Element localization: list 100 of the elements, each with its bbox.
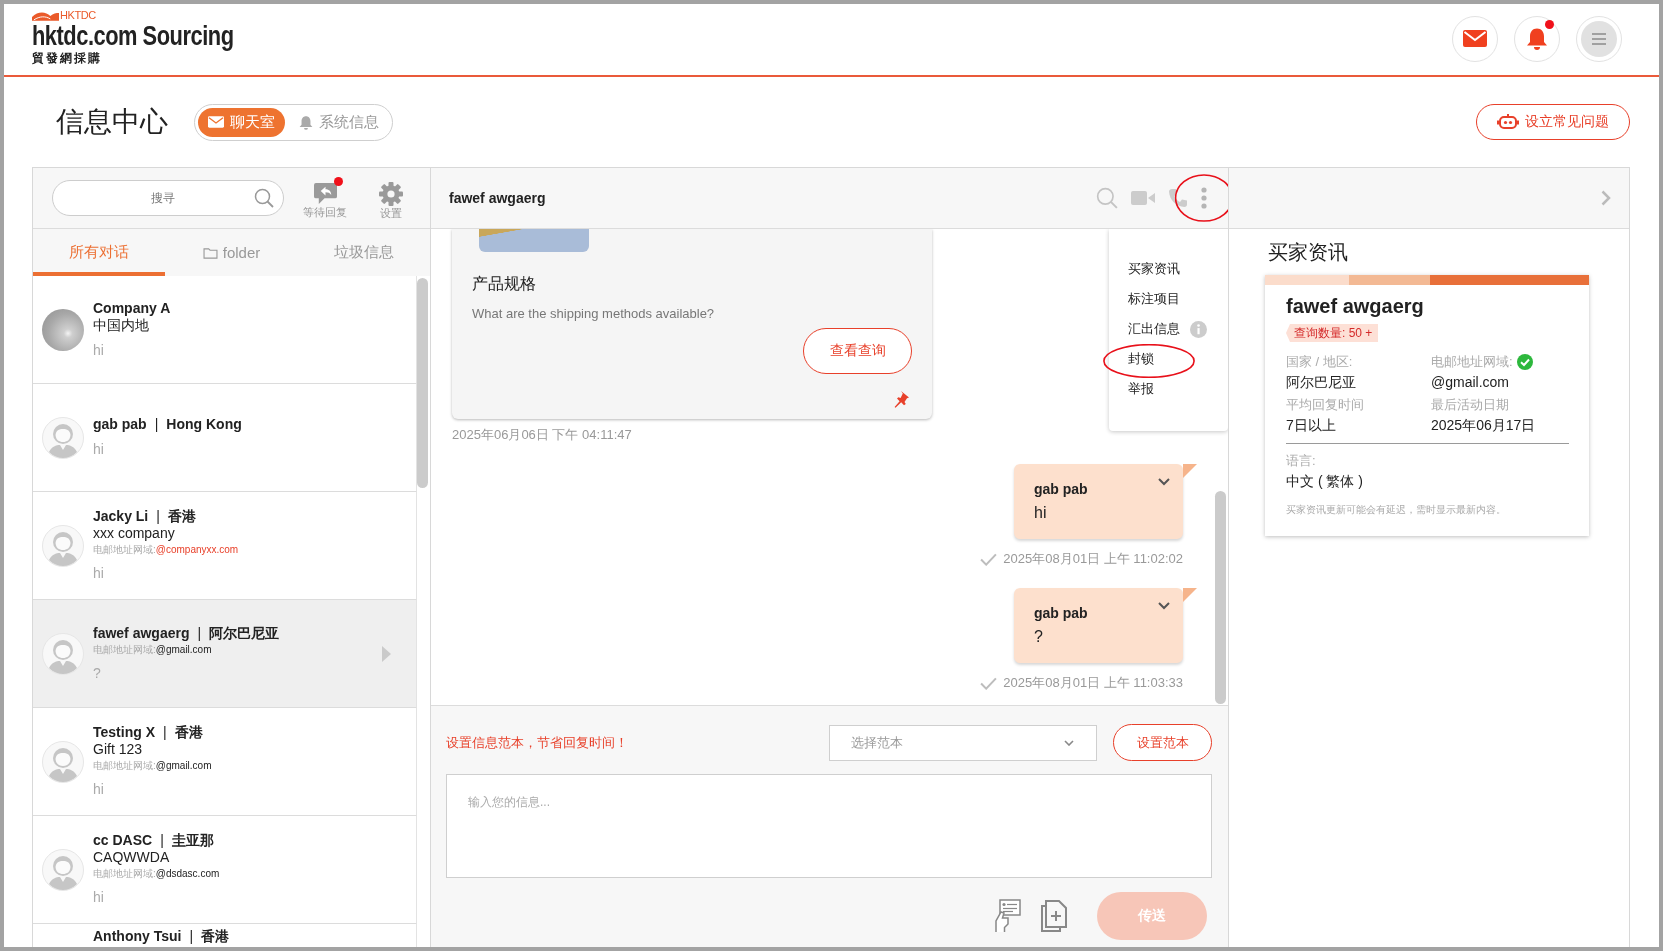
bell-icon bbox=[299, 114, 313, 130]
caret-icon bbox=[382, 645, 391, 662]
search-field[interactable]: 搜寻 bbox=[52, 180, 284, 216]
mail-button[interactable] bbox=[1452, 15, 1498, 62]
conversation-item[interactable]: gab pab | Hong Kong hi bbox=[33, 384, 417, 492]
message-text: ? bbox=[1034, 627, 1043, 647]
company-name: xxx company bbox=[93, 525, 176, 542]
contact-name: Jacky Li bbox=[93, 508, 149, 525]
conversation-item[interactable]: Company A 中国内地 hi bbox=[33, 276, 417, 384]
chevron-right-icon[interactable] bbox=[1601, 190, 1611, 206]
contact-name: fawef awgaerg bbox=[93, 624, 190, 642]
corner-fold-icon bbox=[1183, 464, 1197, 478]
buyer-name: fawef awgaerg bbox=[1286, 294, 1424, 318]
field-value: 阿尔巴尼亚 bbox=[1286, 373, 1356, 392]
last-message: hi bbox=[93, 440, 105, 459]
envelope-icon bbox=[208, 116, 224, 128]
last-message: hi bbox=[93, 340, 105, 360]
field-label: 平均回复时间 bbox=[1286, 396, 1364, 414]
avatar-icon bbox=[42, 416, 84, 459]
chat-title: fawef awgaerg bbox=[449, 190, 546, 206]
name-separator: | bbox=[162, 724, 167, 741]
message-time: 2025年08月01日 上午 11:03:33 bbox=[1003, 675, 1183, 691]
site-subtitle: 貿發網採購 bbox=[32, 50, 102, 66]
field-label: 电邮地址网域: bbox=[1431, 353, 1513, 371]
menu-button[interactable] bbox=[1576, 15, 1622, 62]
menu-icon bbox=[1581, 20, 1617, 57]
brand-name: HKTDC bbox=[60, 8, 96, 21]
chevron-down-icon[interactable] bbox=[1158, 478, 1170, 486]
faq-button[interactable]: 设立常见问题 bbox=[1476, 104, 1630, 140]
company-name: Gift 123 bbox=[93, 741, 144, 758]
email-domain: @gmail.com bbox=[155, 642, 212, 657]
last-message: hi bbox=[93, 564, 105, 583]
view-inquiry-button[interactable]: 查看查询 bbox=[803, 328, 912, 374]
field-label: 语言: bbox=[1286, 452, 1316, 470]
avatar-icon bbox=[42, 848, 84, 891]
scrollbar-thumb[interactable] bbox=[1215, 491, 1226, 704]
name-separator: | bbox=[189, 928, 194, 945]
contact-region: 阿尔巴尼亚 bbox=[209, 624, 280, 642]
set-template-button[interactable]: 设置范本 bbox=[1113, 724, 1212, 761]
menu-item[interactable]: 汇出信息 bbox=[1128, 314, 1207, 344]
message-text: hi bbox=[1034, 503, 1047, 523]
settings-icon bbox=[379, 181, 403, 206]
avatar-icon bbox=[42, 524, 84, 567]
company-name: CAQWWDA bbox=[93, 849, 171, 866]
contact-name: cc DASC bbox=[93, 832, 153, 849]
menu-item[interactable]: 标注项目 bbox=[1128, 284, 1180, 314]
scrollbar-thumb[interactable] bbox=[417, 278, 428, 488]
last-message: hi bbox=[93, 888, 105, 907]
name-separator: | bbox=[156, 508, 160, 525]
wing-logo-icon bbox=[32, 10, 59, 21]
conversation-item[interactable]: Jacky Li | 香港 xxx company 电邮地址网域:@companyxx.com hi bbox=[33, 492, 417, 600]
menu-item[interactable]: 买家资讯 bbox=[1128, 254, 1180, 284]
contact-region: Hong Kong bbox=[166, 416, 242, 433]
menu-item[interactable]: 举报 bbox=[1128, 374, 1154, 404]
domain-label: 电邮地址网域: bbox=[93, 867, 156, 881]
phone-icon[interactable] bbox=[1168, 188, 1188, 208]
email-domain: @dsdasc.com bbox=[155, 867, 220, 881]
more-icon[interactable] bbox=[1201, 187, 1207, 209]
page-title: 信息中心 bbox=[56, 105, 168, 139]
contact-name: Company A bbox=[93, 299, 171, 317]
contact-region: 圭亚那 bbox=[171, 832, 214, 849]
robot-icon bbox=[1497, 114, 1519, 130]
pin-icon[interactable] bbox=[894, 391, 910, 408]
folder-icon bbox=[202, 246, 218, 259]
sender-name: gab pab bbox=[1034, 604, 1088, 622]
field-value: @gmail.com bbox=[1431, 373, 1509, 392]
hand-card-icon[interactable] bbox=[993, 899, 1021, 933]
buyer-panel-title: 买家资讯 bbox=[1268, 240, 1348, 264]
update-note: 买家资讯更新可能会有延迟，需时显示最新内容。 bbox=[1286, 503, 1506, 517]
contact-region: 香港 bbox=[167, 508, 196, 525]
last-message: hi bbox=[93, 780, 105, 799]
name-separator: | bbox=[154, 416, 159, 433]
email-domain: @gmail.com bbox=[155, 759, 212, 773]
reply-bubble-icon bbox=[312, 181, 338, 205]
bell-icon bbox=[1526, 27, 1548, 50]
contact-name: Testing X bbox=[93, 724, 155, 741]
email-domain: @companyxx.com bbox=[155, 543, 239, 557]
domain-label: 电邮地址网域: bbox=[93, 543, 156, 557]
sender-name: gab pab bbox=[1034, 480, 1088, 498]
name-separator: | bbox=[160, 832, 164, 849]
copy-add-icon[interactable] bbox=[1041, 900, 1067, 932]
field-label: 国家 / 地区: bbox=[1286, 353, 1353, 371]
name-separator: | bbox=[197, 624, 202, 642]
conversation-item[interactable]: Testing X | 香港 Gift 123 电邮地址网域:@gmail.com hi bbox=[33, 708, 417, 816]
avatar-photo bbox=[42, 308, 84, 351]
contact-region: 香港 bbox=[174, 724, 203, 741]
search-icon[interactable] bbox=[254, 188, 274, 208]
conversation-item[interactable]: cc DASC | 圭亚那 CAQWWDA 电邮地址网域:@dsdasc.com hi bbox=[33, 816, 417, 924]
field-value: 2025年06月17日 bbox=[1431, 416, 1536, 435]
corner-fold-icon bbox=[1183, 588, 1197, 602]
message-field[interactable]: 输入您的信息... bbox=[446, 774, 1212, 878]
chevron-down-icon[interactable] bbox=[1158, 602, 1170, 610]
company-name: 中国内地 bbox=[93, 316, 150, 334]
field-value: 7日以上 bbox=[1286, 416, 1336, 435]
envelope-icon bbox=[1463, 30, 1487, 47]
notifications-button[interactable] bbox=[1514, 15, 1560, 62]
inquiry-title: 产品规格 bbox=[472, 274, 536, 294]
message-time: 2025年06月06日 下午 04:11:47 bbox=[452, 427, 632, 443]
chevron-down-icon bbox=[1064, 739, 1074, 746]
avatar-icon bbox=[42, 740, 84, 783]
